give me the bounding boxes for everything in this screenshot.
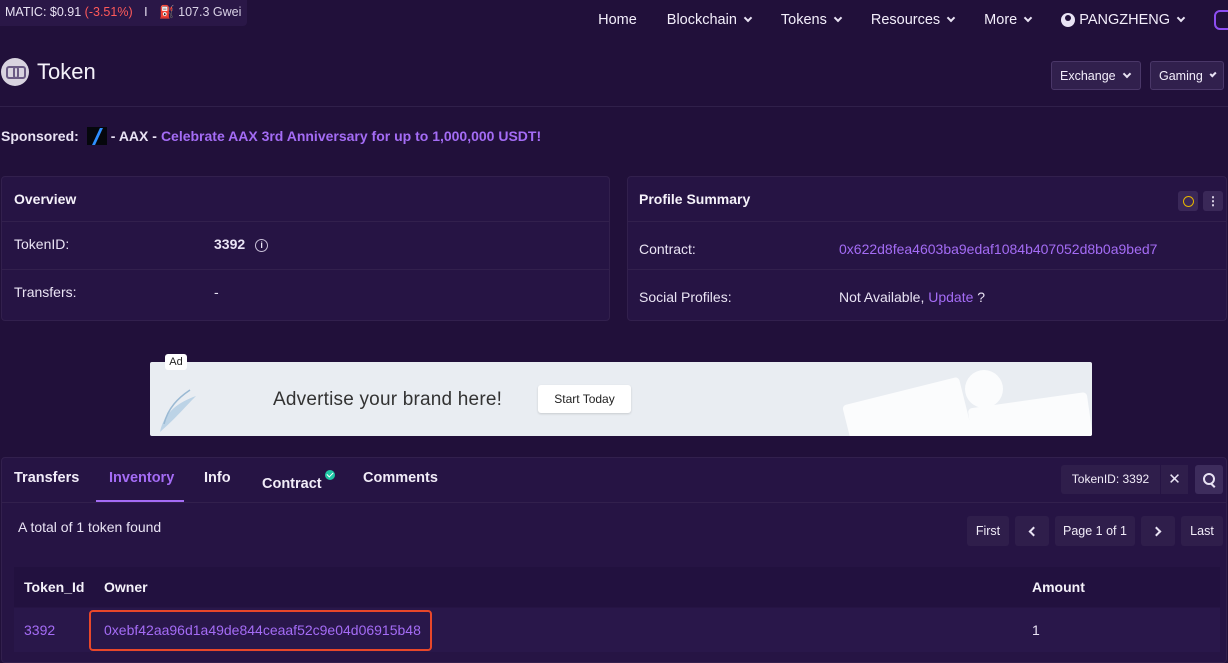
card-divider xyxy=(628,269,1226,270)
next-page-button[interactable] xyxy=(1141,516,1175,546)
ad-badge: Ad xyxy=(165,354,187,370)
search-icon[interactable] xyxy=(1195,465,1223,494)
price-ticker: MATIC: $0.91 (-3.51%) I ⛽ 107.3 Gwei xyxy=(0,0,248,26)
sponsor-brand: - AAX - xyxy=(110,128,157,144)
header-divider xyxy=(0,106,1228,107)
nav-user-menu[interactable]: PANGZHENG xyxy=(1061,12,1186,28)
gas-pump-icon: ⛽ xyxy=(159,5,175,19)
nav-resources-label: Resources xyxy=(870,12,941,28)
ad-chart-shape xyxy=(842,376,978,436)
contract-address-link[interactable]: 0x622d8fea4603ba9edaf1084b407052d8b0a9be… xyxy=(839,241,1157,257)
overview-card: Overview TokenID: 3392 i Transfers: - xyxy=(1,176,610,321)
verified-check-icon xyxy=(324,470,335,480)
matic-price: MATIC: $0.91 xyxy=(5,5,82,19)
username: PANGZHENG xyxy=(1079,12,1170,28)
sponsor-link[interactable]: Celebrate AAX 3rd Anniversary for up to … xyxy=(161,128,541,144)
tokenid-label: TokenID: xyxy=(14,236,70,252)
tab-inventory[interactable]: Inventory xyxy=(109,470,174,486)
gas-price: 107.3 Gwei xyxy=(178,5,242,19)
notification-ring-icon[interactable] xyxy=(1178,191,1198,211)
ticker-separator: I xyxy=(144,5,148,19)
social-profiles-value: Not Available, Update ? xyxy=(839,289,985,305)
chevron-down-icon xyxy=(743,13,753,23)
social-suffix: ? xyxy=(977,289,986,305)
main-nav: Home Blockchain Tokens Resources More PA… xyxy=(598,0,1228,40)
nav-tokens-label: Tokens xyxy=(780,12,827,28)
owner-highlight-box xyxy=(89,610,432,651)
first-page-button[interactable]: First xyxy=(967,516,1009,546)
gaming-label: Gaming xyxy=(1159,68,1203,83)
amount-value: 1 xyxy=(1032,622,1040,638)
info-icon[interactable]: i xyxy=(255,239,269,252)
chevron-down-icon xyxy=(946,13,956,23)
start-today-button[interactable]: Start Today xyxy=(538,385,631,413)
ad-banner[interactable]: Advertise your brand here! Start Today xyxy=(150,362,1092,436)
exchange-dropdown[interactable]: Exchange xyxy=(1051,61,1141,90)
nav-tokens[interactable]: Tokens xyxy=(780,12,843,28)
chevron-left-icon xyxy=(1028,526,1039,537)
column-header-owner: Owner xyxy=(104,579,148,595)
profile-summary-card: Profile Summary ⋮ Contract: 0x622d8fea46… xyxy=(627,176,1227,321)
chevron-right-icon xyxy=(1151,526,1162,537)
tab-contract[interactable]: Contract xyxy=(262,470,335,492)
ad-pie-shape xyxy=(965,370,1003,408)
card-divider xyxy=(2,221,609,222)
ad-text: Advertise your brand here! xyxy=(273,389,503,410)
nav-home-label: Home xyxy=(598,12,637,28)
gaming-dropdown[interactable]: Gaming xyxy=(1150,61,1224,90)
contract-label: Contract: xyxy=(639,241,696,257)
feather-icon xyxy=(160,389,196,432)
card-divider xyxy=(628,221,1226,222)
more-options-icon[interactable]: ⋮ xyxy=(1203,191,1223,211)
tokenid-value: 3392 i xyxy=(214,236,269,252)
column-header-token-id: Token_Id xyxy=(24,579,85,595)
sponsored-banner: Sponsored: - AAX - Celebrate AAX 3rd Ann… xyxy=(1,127,541,145)
chevron-down-icon xyxy=(833,13,843,23)
token-logo-icon xyxy=(1,58,29,86)
nav-more[interactable]: More xyxy=(984,12,1033,28)
nav-more-label: More xyxy=(984,12,1018,28)
chevron-down-icon xyxy=(1176,13,1186,23)
sponsored-label: Sponsored: xyxy=(1,128,79,144)
user-icon xyxy=(1061,13,1076,27)
tab-contract-label: Contract xyxy=(262,476,322,492)
chevron-down-icon xyxy=(1023,13,1033,23)
aax-logo-icon xyxy=(86,127,107,145)
result-summary: A total of 1 token found xyxy=(18,519,162,535)
social-profiles-label: Social Profiles: xyxy=(639,289,732,305)
nav-home[interactable]: Home xyxy=(598,12,637,28)
polygon-logo-icon[interactable] xyxy=(1214,10,1228,30)
price-change: (-3.51%) xyxy=(84,5,133,19)
page-indicator: Page 1 of 1 xyxy=(1055,516,1135,546)
tab-comments[interactable]: Comments xyxy=(363,470,438,486)
nav-resources[interactable]: Resources xyxy=(870,12,956,28)
transfers-label: Transfers: xyxy=(14,284,77,300)
exchange-label: Exchange xyxy=(1060,68,1116,83)
tokenid-number: 3392 xyxy=(214,236,246,252)
token-id-link[interactable]: 3392 xyxy=(24,622,55,638)
social-status: Not Available, xyxy=(839,289,925,305)
clear-filter-icon[interactable]: ✕ xyxy=(1161,465,1188,494)
previous-page-button[interactable] xyxy=(1015,516,1049,546)
tabs-divider xyxy=(1,502,1227,503)
column-header-amount: Amount xyxy=(1032,579,1085,595)
chevron-down-icon xyxy=(1122,69,1131,78)
tab-info[interactable]: Info xyxy=(204,470,231,486)
nav-blockchain-label: Blockchain xyxy=(666,12,737,28)
page-title: Token xyxy=(37,59,96,84)
overview-title: Overview xyxy=(14,191,77,207)
profile-title: Profile Summary xyxy=(639,191,751,207)
update-link[interactable]: Update xyxy=(928,289,973,305)
transfers-value: - xyxy=(214,284,219,300)
tokenid-filter-field[interactable]: TokenID: 3392 xyxy=(1061,465,1160,494)
nav-blockchain[interactable]: Blockchain xyxy=(666,12,753,28)
card-divider xyxy=(2,269,609,270)
last-page-button[interactable]: Last xyxy=(1181,516,1223,546)
chevron-down-icon xyxy=(1209,69,1217,78)
tab-transfers[interactable]: Transfers xyxy=(14,470,79,486)
